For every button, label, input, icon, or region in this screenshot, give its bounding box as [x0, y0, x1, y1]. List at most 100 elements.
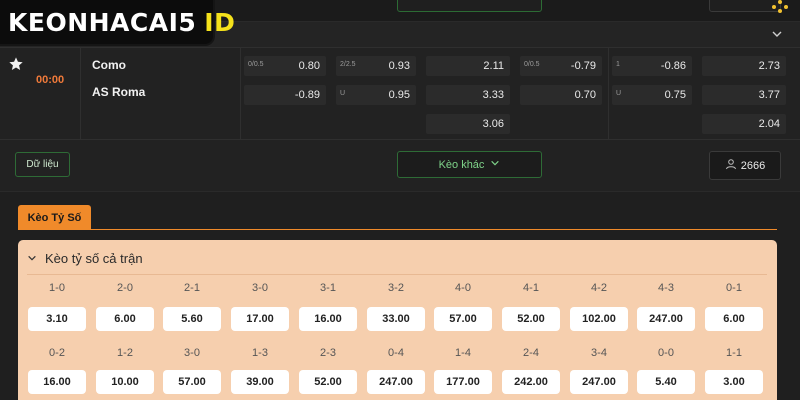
odds-cell-h1-1x2-home[interactable]: 2.73	[702, 56, 786, 76]
chevron-down-icon	[27, 251, 37, 266]
score-label: 0-1	[726, 282, 742, 294]
odds-cell-h1-ou-under[interactable]: U 0.75	[612, 85, 692, 105]
score-odds-button[interactable]: 39.00	[231, 370, 289, 394]
panel-title: Kèo tỷ số cả trận	[45, 251, 143, 266]
score-odds-button[interactable]: 33.00	[367, 307, 425, 331]
score-odds-button[interactable]: 177.00	[434, 370, 492, 394]
score-label: 1-4	[455, 347, 471, 359]
odds-value: 0.75	[664, 89, 686, 101]
score-odds-button[interactable]: 52.00	[299, 370, 357, 394]
odds-line-label: U	[340, 90, 346, 97]
odds-value: 3.33	[482, 89, 504, 101]
brand-logo: KEONHACAI5 ID	[0, 0, 235, 44]
odds-cell-h1-ou-over[interactable]: 1 -0.86	[612, 56, 692, 76]
score-label: 2-4	[523, 347, 539, 359]
score-label: 3-2	[388, 282, 404, 294]
score-odds-button[interactable]: 3.10	[28, 307, 86, 331]
score-label: 4-3	[658, 282, 674, 294]
score-label: 2-3	[320, 347, 336, 359]
odds-value: -0.86	[660, 60, 686, 72]
score-label: 1-2	[117, 347, 133, 359]
odds-cell-h1-1x2-draw[interactable]: 2.04	[702, 114, 786, 134]
score-label: 4-2	[591, 282, 607, 294]
odds-cell-h1-ah-home[interactable]: 0/0.5 -0.79	[520, 56, 602, 76]
odds-line-label: 0/0.5	[248, 61, 264, 68]
divider	[27, 274, 767, 275]
data-button[interactable]: Dữ liệu	[15, 152, 70, 177]
odds-value: 2.04	[758, 118, 780, 130]
home-team-name: Como	[92, 58, 126, 72]
score-odds-button[interactable]: 102.00	[570, 307, 628, 331]
brand-logo-text: KEONHACAI5	[8, 7, 197, 37]
odds-value: 2.11	[483, 60, 504, 72]
score-odds-button[interactable]: 16.00	[299, 307, 357, 331]
score-odds-button[interactable]: 247.00	[637, 307, 695, 331]
odds-cell-h1-1x2-away[interactable]: 3.77	[702, 85, 786, 105]
match-time: 00:00	[36, 74, 65, 86]
bettors-count-button[interactable]: 2666	[709, 151, 781, 180]
more-bets-button[interactable]: Kèo khác	[397, 151, 542, 178]
score-odds-button[interactable]: 6.00	[96, 307, 154, 331]
odds-cell-1x2-home[interactable]: 2.11	[426, 56, 510, 76]
score-label: 3-4	[591, 347, 607, 359]
user-icon	[725, 158, 737, 173]
score-odds-button[interactable]: 57.00	[163, 370, 221, 394]
score-label: 0-4	[388, 347, 404, 359]
score-odds-button[interactable]: 5.60	[163, 307, 221, 331]
score-odds-button[interactable]: 17.00	[231, 307, 289, 331]
score-label: 0-0	[658, 347, 674, 359]
sparkle-icon	[770, 0, 790, 14]
score-label: 3-0	[184, 347, 200, 359]
odds-value: 0.93	[388, 60, 410, 72]
score-label: 1-3	[252, 347, 268, 359]
score-label: 4-1	[523, 282, 539, 294]
score-label: 1-1	[726, 347, 742, 359]
odds-value: 0.80	[298, 60, 320, 72]
odds-value: 0.95	[388, 89, 410, 101]
chevron-down-icon[interactable]	[770, 28, 784, 42]
score-label: 0-2	[49, 347, 65, 359]
odds-value: -0.89	[294, 89, 320, 101]
odds-cell-ah-home[interactable]: 0/0.5 0.80	[244, 56, 326, 76]
odds-cell-1x2-draw[interactable]: 3.06	[426, 114, 510, 134]
tab-underline	[18, 229, 777, 230]
odds-value: -0.79	[570, 60, 596, 72]
chevron-down-icon	[490, 158, 500, 171]
bettors-count: 2666	[740, 159, 766, 172]
score-odds-button[interactable]: 247.00	[367, 370, 425, 394]
odds-cell-h1-ah-away[interactable]: 0.70	[520, 85, 602, 105]
tab-correct-score[interactable]: Kèo Tỷ Số	[18, 205, 91, 230]
score-odds-button[interactable]: 247.00	[570, 370, 628, 394]
odds-value: 3.77	[758, 89, 780, 101]
score-odds-button[interactable]: 52.00	[502, 307, 560, 331]
score-odds-button[interactable]: 6.00	[705, 307, 763, 331]
score-odds-button[interactable]: 57.00	[434, 307, 492, 331]
score-odds-button[interactable]: 3.00	[705, 370, 763, 394]
odds-line-label: U	[616, 90, 622, 97]
score-odds-button[interactable]: 5.40	[637, 370, 695, 394]
odds-cell-1x2-away[interactable]: 3.33	[426, 85, 510, 105]
brand-logo-suffix: ID	[204, 7, 236, 37]
score-label: 3-0	[252, 282, 268, 294]
odds-line-label: 1	[616, 61, 620, 68]
away-team-name: AS Roma	[92, 85, 146, 99]
score-odds-button[interactable]: 16.00	[28, 370, 86, 394]
odds-line-label: 2/2.5	[340, 61, 356, 68]
favorite-star-icon[interactable]	[8, 56, 24, 77]
more-bets-label: Kèo khác	[438, 158, 485, 171]
odds-cell-ah-away[interactable]: -0.89	[244, 85, 326, 105]
score-odds-button[interactable]: 10.00	[96, 370, 154, 394]
score-label: 4-0	[455, 282, 471, 294]
score-label: 3-1	[320, 282, 336, 294]
score-label: 2-1	[184, 282, 200, 294]
odds-cell-ou-over[interactable]: 2/2.5 0.93	[336, 56, 416, 76]
score-odds-button[interactable]: 242.00	[502, 370, 560, 394]
score-label: 1-0	[49, 282, 65, 294]
prev-more-button[interactable]	[397, 0, 542, 12]
odds-value: 0.70	[574, 89, 596, 101]
odds-value: 3.06	[482, 118, 504, 130]
odds-value: 2.73	[758, 60, 780, 72]
panel-header[interactable]: Kèo tỷ số cả trận	[27, 251, 143, 266]
odds-line-label: 0/0.5	[524, 61, 540, 68]
odds-cell-ou-under[interactable]: U 0.95	[336, 85, 416, 105]
